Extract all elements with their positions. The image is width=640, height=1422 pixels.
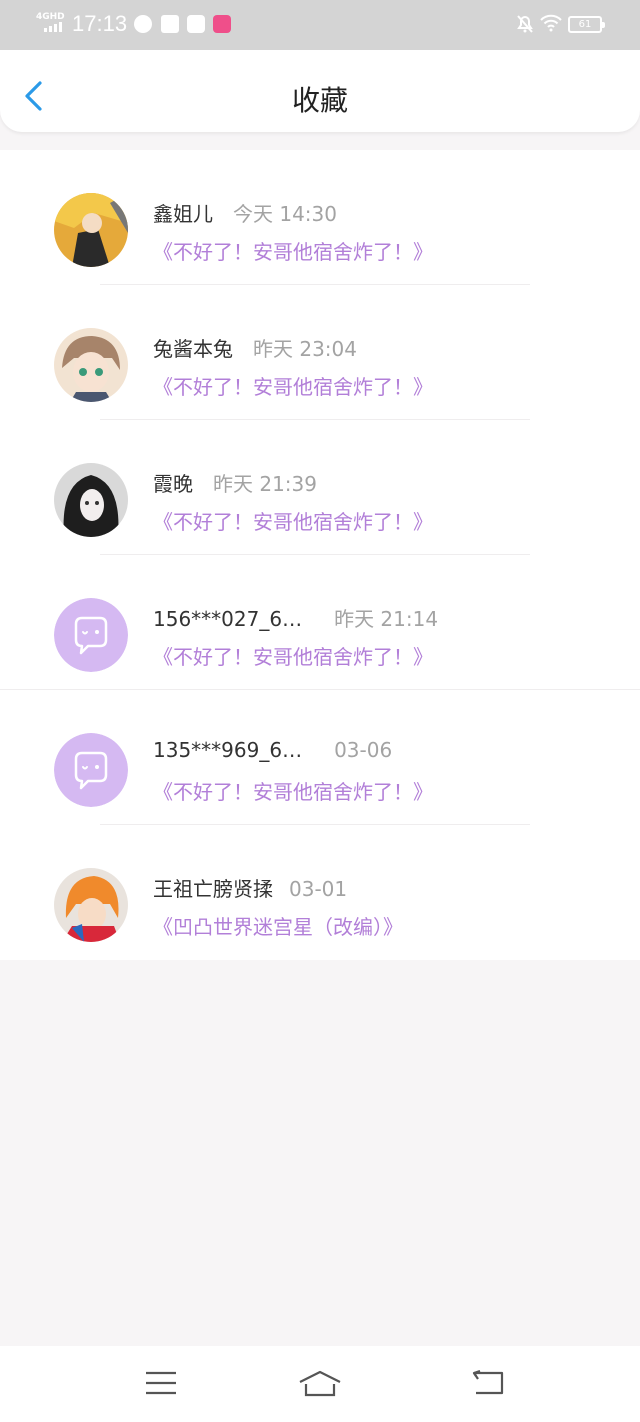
item-time: 今天 14:30	[233, 202, 337, 226]
item-time: 昨天 21:39	[213, 472, 317, 496]
item-meta: 霞晚 昨天 21:39	[153, 468, 317, 497]
user-avatar[interactable]	[54, 463, 128, 537]
item-time: 03-01	[289, 877, 348, 901]
work-title[interactable]: 《不好了！安哥他宿舍炸了！》	[153, 641, 433, 670]
back-icon[interactable]	[472, 1370, 504, 1396]
app-notification-icon	[213, 15, 231, 33]
user-name: 135***969_6…	[153, 738, 303, 762]
list-item[interactable]: 135***969_6… 03-06 《不好了！安哥他宿舍炸了！》	[0, 690, 640, 825]
default-avatar-icon[interactable]	[54, 733, 128, 807]
item-meta: 鑫姐儿 今天 14:30	[153, 198, 337, 227]
favorites-list: 鑫姐儿 今天 14:30 《不好了！安哥他宿舍炸了！》 兔酱本兔 昨天 23:0…	[0, 150, 640, 960]
user-name: 鑫姐儿	[153, 202, 213, 226]
list-item[interactable]: 156***027_6… 昨天 21:14 《不好了！安哥他宿舍炸了！》	[0, 555, 640, 690]
user-avatar[interactable]	[54, 868, 128, 942]
work-title[interactable]: 《不好了！安哥他宿舍炸了！》	[153, 506, 433, 535]
network-type: 4GHD	[36, 12, 65, 22]
battery-icon: 61	[568, 16, 605, 33]
list-item[interactable]: 王祖亡膀贤揉 03-01 《凹凸世界迷宫星（改编）》	[0, 825, 640, 960]
list-item[interactable]: 霞晚 昨天 21:39 《不好了！安哥他宿舍炸了！》	[0, 420, 640, 555]
default-avatar-icon[interactable]	[54, 598, 128, 672]
mail-icon	[161, 15, 179, 33]
work-title[interactable]: 《不好了！安哥他宿舍炸了！》	[153, 236, 433, 265]
list-item[interactable]: 鑫姐儿 今天 14:30 《不好了！安哥他宿舍炸了！》	[0, 150, 640, 285]
work-title[interactable]: 《不好了！安哥他宿舍炸了！》	[153, 371, 433, 400]
status-bar: 4GHD 17:13 61	[0, 0, 640, 50]
item-meta: 兔酱本兔 昨天 23:04	[153, 333, 357, 362]
user-name: 156***027_6…	[153, 607, 303, 631]
work-title[interactable]: 《不好了！安哥他宿舍炸了！》	[153, 776, 433, 805]
item-time: 03-06	[334, 738, 393, 762]
user-avatar[interactable]	[54, 193, 128, 267]
battery-level: 61	[578, 19, 592, 30]
item-meta: 156***027_6… 昨天 21:14	[153, 603, 438, 632]
list-item[interactable]: 兔酱本兔 昨天 23:04 《不好了！安哥他宿舍炸了！》	[0, 285, 640, 420]
wifi-icon	[540, 14, 562, 32]
menu-icon[interactable]	[145, 1370, 177, 1396]
signal-icon	[44, 22, 62, 32]
page-title: 收藏	[291, 84, 348, 117]
item-meta: 王祖亡膀贤揉 03-01	[153, 873, 347, 902]
user-name: 兔酱本兔	[153, 337, 233, 361]
mute-bell-icon	[517, 15, 533, 33]
app-notification-icon	[187, 15, 205, 33]
user-name: 王祖亡膀贤揉	[153, 877, 273, 901]
item-time: 昨天 23:04	[253, 337, 357, 361]
header-bar: 收藏	[0, 50, 640, 132]
user-avatar[interactable]	[54, 328, 128, 402]
clock-icon	[134, 15, 152, 33]
item-meta: 135***969_6… 03-06	[153, 738, 392, 762]
home-icon[interactable]	[298, 1370, 342, 1398]
item-time: 昨天 21:14	[334, 607, 439, 631]
system-nav-bar	[0, 1346, 640, 1422]
status-time: 17:13	[72, 11, 128, 36]
user-name: 霞晚	[153, 472, 193, 496]
work-title[interactable]: 《凹凸世界迷宫星（改编）》	[153, 911, 403, 940]
